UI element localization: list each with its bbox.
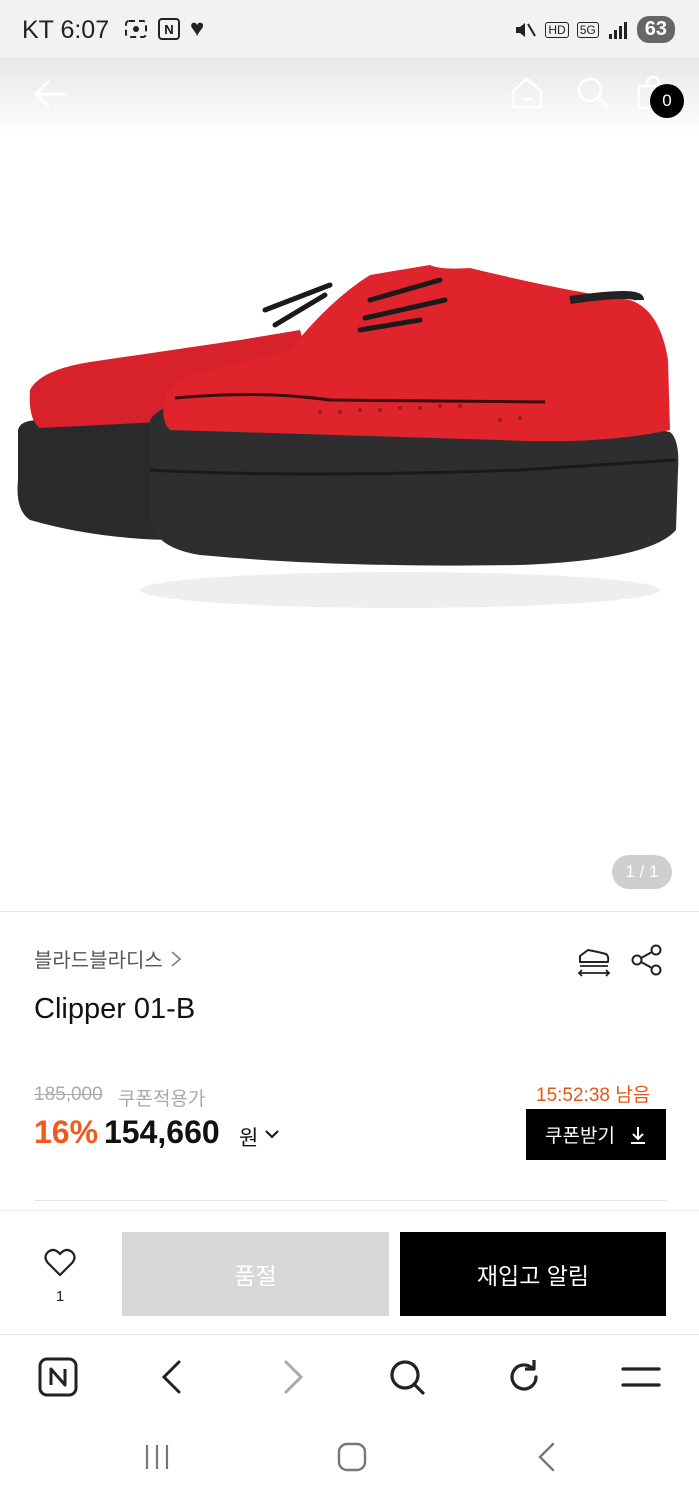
signal-icon <box>608 21 627 39</box>
recent-apps-icon[interactable] <box>140 1440 174 1474</box>
clock: 6:07 <box>60 16 110 44</box>
coupon-button-label: 쿠폰받기 <box>545 1126 615 1147</box>
shoe-illustration <box>17 265 679 608</box>
carrier-label: KT <box>22 16 54 44</box>
status-bar: KT 6:07 N ♥ HD 5G 63 <box>0 0 699 58</box>
home-icon[interactable] <box>508 74 546 112</box>
system-back-icon[interactable] <box>530 1440 564 1474</box>
mute-icon <box>516 22 537 37</box>
heart-notification-icon: ♥ <box>190 15 205 42</box>
coupon-price-label: 쿠폰적용가 <box>118 1089 206 1110</box>
sold-out-button: 품절 <box>122 1232 389 1316</box>
back-arrow-icon[interactable] <box>30 74 70 114</box>
hd-voice-icon: HD <box>545 21 569 38</box>
product-image[interactable] <box>0 138 699 910</box>
brand-link[interactable]: 블라드블라디스 <box>34 944 183 973</box>
chevron-right-icon <box>171 950 182 967</box>
coupon-timer: 15:52:38 남음 <box>536 1085 651 1106</box>
like-count: 1 <box>55 1288 65 1305</box>
get-coupon-button[interactable]: 쿠폰받기 <box>526 1109 666 1160</box>
refresh-icon[interactable] <box>503 1356 545 1398</box>
cart-count-badge: 0 <box>650 84 684 118</box>
naver-notification-icon: N <box>158 18 180 40</box>
browser-forward-icon <box>284 1360 304 1394</box>
share-icon[interactable] <box>630 942 664 978</box>
sale-price: 154,660 <box>104 1114 220 1150</box>
product-title: Clipper 01-B <box>34 993 196 1025</box>
discount-rate: 16% <box>34 1114 99 1150</box>
divider <box>34 1200 666 1201</box>
naver-home-icon[interactable] <box>37 1356 79 1398</box>
battery-indicator: 63 <box>636 16 675 43</box>
download-icon <box>630 1126 645 1144</box>
chevron-down-icon[interactable] <box>262 1124 282 1144</box>
heart-icon <box>44 1248 76 1277</box>
restock-alert-button[interactable]: 재입고 알림 <box>400 1232 666 1316</box>
divider <box>0 911 699 912</box>
currency-label: 원 <box>239 1127 259 1150</box>
menu-icon[interactable] <box>620 1356 662 1398</box>
network-type-icon: 5G <box>576 21 599 38</box>
like-button[interactable]: 1 <box>30 1244 90 1308</box>
browser-toolbar <box>0 1334 699 1424</box>
status-carrier-time: KT 6:07 <box>22 16 109 45</box>
image-page-indicator: 1 / 1 <box>612 855 672 889</box>
search-icon[interactable] <box>574 74 612 112</box>
top-header <box>0 58 699 138</box>
original-price: 185,000 <box>34 1084 103 1105</box>
brand-name: 블라드블라디스 <box>34 950 163 972</box>
home-button-icon[interactable] <box>335 1440 369 1474</box>
browser-back-icon[interactable] <box>152 1356 194 1398</box>
browser-search-icon[interactable] <box>386 1356 428 1398</box>
size-guide-shoe-icon[interactable] <box>576 942 612 978</box>
screenshot-icon <box>125 20 147 38</box>
